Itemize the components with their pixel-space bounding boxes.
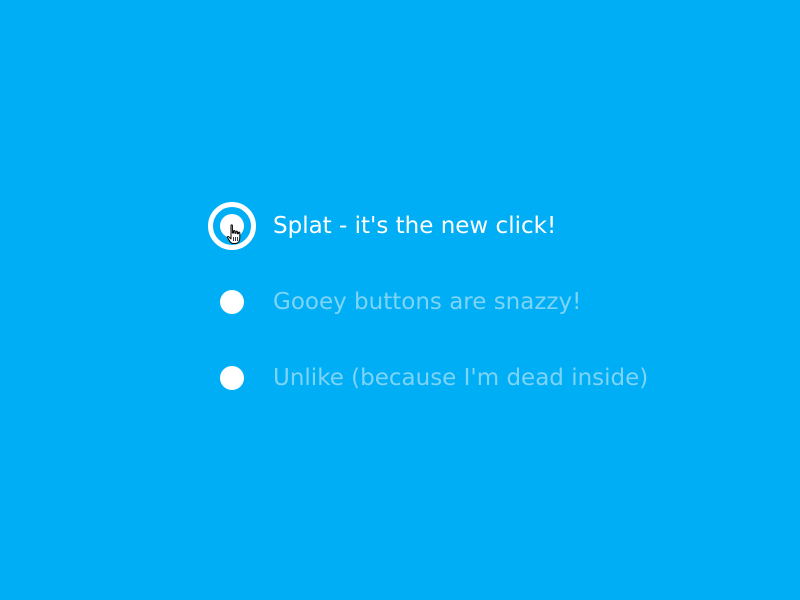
radio-group: Splat - it's the new click! Gooey button… xyxy=(205,195,725,423)
radio-button[interactable] xyxy=(220,290,244,314)
radio-option-unlike[interactable]: Unlike (because I'm dead inside) xyxy=(205,347,725,423)
radio-button-selected[interactable] xyxy=(208,202,256,250)
radio-option-splat[interactable]: Splat - it's the new click! xyxy=(205,195,725,271)
radio-option-gooey[interactable]: Gooey buttons are snazzy! xyxy=(205,271,725,347)
radio-button[interactable] xyxy=(220,366,244,390)
radio-label: Gooey buttons are snazzy! xyxy=(273,289,582,315)
page: Splat - it's the new click! Gooey button… xyxy=(0,0,800,600)
radio-label: Splat - it's the new click! xyxy=(273,213,557,239)
radio-label: Unlike (because I'm dead inside) xyxy=(273,365,649,391)
hand-pointer-icon xyxy=(226,224,241,244)
